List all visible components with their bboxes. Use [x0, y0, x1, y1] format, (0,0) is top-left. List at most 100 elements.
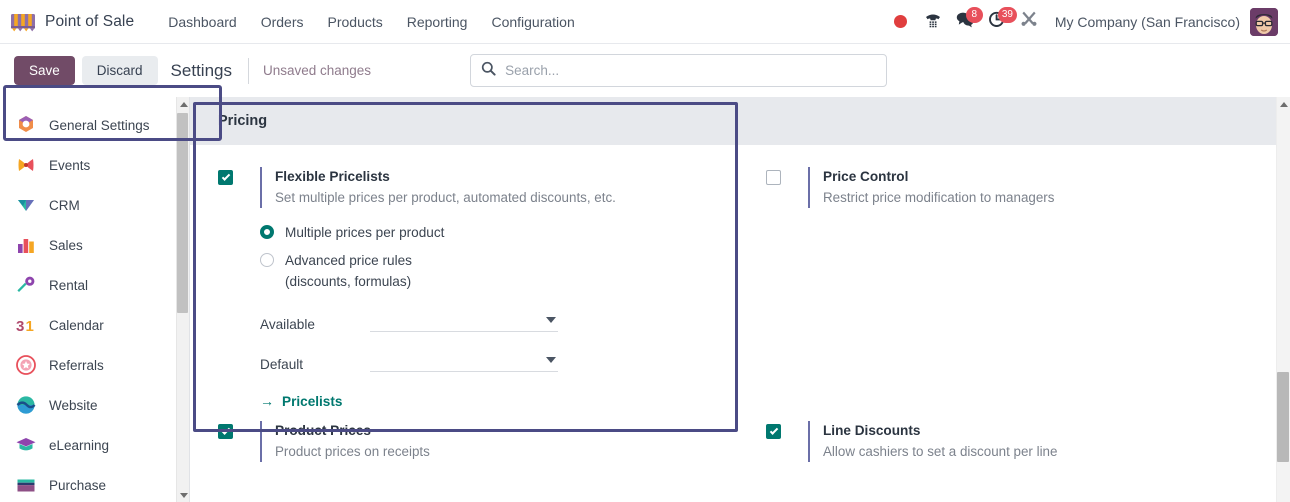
sidebar-item-label: Rental	[49, 277, 89, 293]
checkbox-cell	[218, 421, 260, 439]
pricing-settings-grid: Flexible Pricelists Set multiple prices …	[190, 145, 1290, 409]
save-button[interactable]: Save	[14, 56, 75, 85]
menu-item-orders[interactable]: Orders	[249, 8, 316, 36]
setting-description: Allow cashiers to set a discount per lin…	[823, 444, 1058, 459]
sidebar-item-crm[interactable]: CRM	[0, 185, 189, 225]
sidebar-item-purchase[interactable]: Purchase	[0, 465, 189, 502]
sales-icon	[14, 233, 38, 257]
recording-dot-icon	[894, 15, 908, 28]
sidebar-item-label: Website	[49, 397, 98, 413]
sidebar-item-label: CRM	[49, 197, 80, 213]
check-icon	[221, 171, 230, 181]
website-icon	[14, 393, 38, 417]
radio-advanced-price-rules[interactable]: Advanced price rules (discounts, formula…	[260, 250, 730, 292]
section-title: Pricing	[218, 113, 268, 129]
radio-label: Advanced price rules (discounts, formula…	[285, 250, 412, 292]
pricing-right-column: Price Control Restrict price modificatio…	[740, 145, 1290, 409]
referrals-icon	[14, 353, 38, 377]
pricing-section-header: Pricing	[190, 97, 1290, 145]
rental-icon	[14, 273, 38, 297]
sidebar-item-label: Purchase	[49, 477, 107, 493]
default-dropdown[interactable]	[370, 348, 558, 372]
content-scrollbar-thumb[interactable]	[1277, 372, 1289, 462]
price-control-checkbox[interactable]	[766, 170, 781, 185]
radio-label-line2: (discounts, formulas)	[285, 274, 412, 289]
arrow-right-icon: →	[260, 393, 274, 409]
default-label: Default	[260, 357, 304, 372]
calendar-icon: 3 1	[14, 313, 38, 337]
menu-item-products[interactable]: Products	[316, 8, 395, 36]
sidebar-scrollbar-thumb[interactable]	[177, 113, 188, 313]
pricelists-link[interactable]: → Pricelists	[260, 393, 730, 409]
sidebar-item-label: Referrals	[49, 357, 104, 373]
sidebar-scrollbar[interactable]	[176, 97, 189, 502]
settings-content: Pricing Flexible Pricelists Set multiple…	[190, 97, 1290, 502]
brand-name: Point of Sale	[45, 12, 135, 30]
line-discounts-checkbox[interactable]	[766, 424, 781, 439]
settings-sidebar: General Settings Events CRM Sales Rental…	[0, 97, 190, 502]
setting-label: Flexible Pricelists	[275, 169, 390, 184]
pricing-bottom-row: Product Prices Product prices on receipt…	[190, 421, 1290, 468]
record-buttons: Save Discard	[14, 56, 158, 85]
product-prices-checkbox[interactable]	[218, 424, 233, 439]
line-discounts-column: Line Discounts Allow cashiers to set a d…	[740, 421, 1290, 468]
sidebar-scroll-up-button[interactable]	[177, 97, 189, 111]
product-prices-column: Product Prices Product prices on receipt…	[190, 421, 740, 468]
page-body: General Settings Events CRM Sales Rental…	[0, 97, 1290, 502]
setting-label: Price Control	[823, 169, 909, 184]
sidebar-scroll-down-button[interactable]	[177, 488, 189, 502]
setting-product-prices: Product Prices Product prices on receipt…	[218, 421, 730, 462]
pricelists-link-label: Pricelists	[282, 393, 343, 409]
brand-home-link[interactable]: Point of Sale	[10, 11, 134, 33]
radio-multiple-prices[interactable]: Multiple prices per product	[260, 222, 730, 243]
chevron-up-icon	[179, 101, 188, 107]
content-scroll-up-button[interactable]	[1277, 97, 1290, 111]
top-navbar: Point of Sale Dashboard Orders Products …	[0, 0, 1290, 44]
sidebar-item-calendar[interactable]: 3 1 Calendar	[0, 305, 189, 345]
search-input[interactable]	[505, 63, 877, 78]
sidebar-item-referrals[interactable]: Referrals	[0, 345, 189, 385]
company-switcher[interactable]: My Company (San Francisco)	[1055, 14, 1240, 30]
setting-text: Flexible Pricelists Set multiple prices …	[260, 167, 616, 208]
sidebar-item-events[interactable]: Events	[0, 145, 189, 185]
search-bar[interactable]	[470, 54, 888, 87]
radio-unselected-icon	[260, 253, 274, 267]
developer-tools-icon	[1019, 9, 1039, 34]
purchase-icon	[14, 473, 38, 497]
discard-button[interactable]: Discard	[81, 56, 158, 85]
sidebar-item-website[interactable]: Website	[0, 385, 189, 425]
voip-button[interactable]	[917, 7, 949, 37]
setting-description: Set multiple prices per product, automat…	[275, 190, 616, 205]
available-field-row: Available	[260, 308, 730, 332]
sidebar-item-sales[interactable]: Sales	[0, 225, 189, 265]
svg-text:3: 3	[16, 318, 24, 335]
menu-item-dashboard[interactable]: Dashboard	[156, 8, 249, 36]
main-menu: Dashboard Orders Products Reporting Conf…	[156, 8, 587, 36]
sidebar-list: General Settings Events CRM Sales Rental…	[0, 97, 189, 502]
activities-button[interactable]: 39	[981, 6, 1017, 37]
pricing-left-column: Flexible Pricelists Set multiple prices …	[190, 145, 740, 409]
breadcrumb-divider	[247, 57, 249, 84]
messages-button[interactable]: 8	[949, 6, 983, 37]
recording-indicator[interactable]	[885, 7, 917, 37]
sidebar-item-general-settings[interactable]: General Settings	[0, 105, 189, 145]
setting-label: Line Discounts	[823, 423, 921, 438]
menu-item-configuration[interactable]: Configuration	[479, 8, 586, 36]
breadcrumb[interactable]: Settings	[171, 61, 232, 81]
elearning-icon	[14, 433, 38, 457]
setting-description: Product prices on receipts	[275, 444, 430, 459]
sidebar-item-rental[interactable]: Rental	[0, 265, 189, 305]
phone-dialpad-icon	[923, 9, 943, 34]
pricelist-mode-block: Multiple prices per product Advanced pri…	[218, 222, 730, 409]
available-label: Available	[260, 317, 315, 332]
menu-item-reporting[interactable]: Reporting	[395, 8, 480, 36]
radio-label: Multiple prices per product	[285, 225, 445, 240]
flexible-pricelists-checkbox[interactable]	[218, 170, 233, 185]
sidebar-item-elearning[interactable]: eLearning	[0, 425, 189, 465]
navbar-systray: 8 39 My Company (San Francisco)	[885, 6, 1278, 37]
developer-tools-button[interactable]	[1013, 7, 1045, 37]
content-scrollbar[interactable]	[1276, 97, 1290, 502]
chevron-down-icon	[546, 357, 556, 363]
available-dropdown[interactable]	[370, 308, 558, 332]
avatar[interactable]	[1250, 7, 1278, 36]
